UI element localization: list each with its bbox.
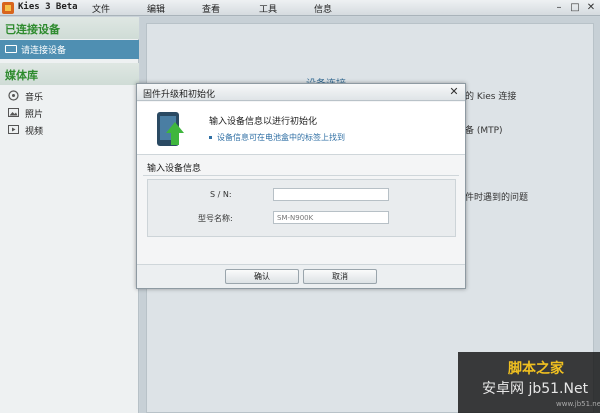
app-title: Kies 3 Beta [18, 2, 78, 12]
dialog-title-bar: 固件升级和初始化 ✕ [137, 84, 465, 101]
dialog-title: 固件升级和初始化 [143, 90, 216, 100]
watermark-text: 安卓网 jb51.Net [482, 381, 589, 397]
device-icon [5, 45, 17, 53]
sidebar-item-label: 视频 [25, 127, 44, 137]
sidebar-item-label: 音乐 [25, 93, 44, 103]
section-label: 输入设备信息 [147, 164, 202, 174]
upgrade-arrow-stem [171, 133, 179, 145]
firmware-dialog: 固件升级和初始化 ✕ 输入设备信息以进行初始化 设备信息可在电池盒中的标签上找到… [136, 83, 466, 289]
dialog-note: 设备信息可在电池盒中的标签上找到 [209, 132, 345, 143]
sidebar-item-label: 请连接设备 [21, 46, 67, 56]
device-info-form: S / N: 型号名称: [147, 179, 456, 237]
video-icon [8, 125, 19, 134]
model-name-input[interactable] [273, 211, 389, 224]
sidebar-item-music[interactable]: 音乐 [0, 87, 139, 104]
sidebar-item-label: 照片 [25, 110, 44, 120]
media-library-header: 媒体库 [0, 63, 139, 85]
sidebar-item-photos[interactable]: 照片 [0, 104, 139, 121]
sidebar-item-connect-device[interactable]: 请连接设备 [0, 40, 139, 59]
menu-tools[interactable]: 工具 [259, 2, 277, 15]
connected-devices-header: 已连接设备 [0, 17, 139, 39]
bullet-icon [209, 136, 212, 139]
sn-label: S / N: [210, 190, 232, 199]
dialog-header: 输入设备信息以进行初始化 设备信息可在电池盒中的标签上找到 [137, 102, 465, 155]
section-divider [143, 175, 459, 176]
dialog-heading: 输入设备信息以进行初始化 [209, 117, 318, 127]
music-icon [8, 90, 19, 101]
upgrade-arrow-icon [166, 122, 184, 133]
menu-file[interactable]: 文件 [92, 2, 110, 15]
model-name-label: 型号名称: [198, 214, 233, 223]
menu-view[interactable]: 查看 [202, 2, 220, 15]
maximize-icon[interactable]: □ [568, 1, 582, 14]
guide-line-2: 备 (MTP) [465, 126, 503, 136]
close-window-icon[interactable]: ✕ [584, 1, 598, 14]
cancel-button[interactable]: 取消 [303, 269, 377, 284]
menu-edit[interactable]: 编辑 [147, 2, 165, 15]
dialog-body: 输入设备信息 S / N: 型号名称: [137, 156, 465, 264]
menu-info[interactable]: 信息 [314, 2, 332, 15]
guide-line-1: 的 Kies 连接 [465, 92, 517, 102]
close-icon[interactable]: ✕ [448, 86, 460, 98]
dialog-note-text: 设备信息可在电池盒中的标签上找到 [217, 133, 345, 142]
minimize-icon[interactable]: – [552, 1, 566, 14]
sidebar: 已连接设备 请连接设备 媒体库 音乐 照片 视频 [0, 17, 139, 413]
ok-button[interactable]: 确认 [225, 269, 299, 284]
watermark-logo: 脚本之家 [508, 361, 564, 377]
dialog-footer: 确认 取消 [137, 264, 465, 288]
watermark: 脚本之家 安卓网 jb51.Net www.jb51.net [458, 352, 600, 413]
photo-icon [8, 108, 19, 117]
kies-logo-icon [2, 2, 14, 14]
sidebar-item-videos[interactable]: 视频 [0, 121, 139, 138]
sn-input[interactable] [273, 188, 389, 201]
guide-line-3: 件时遇到的问题 [465, 193, 529, 203]
watermark-url: www.jb51.net [556, 400, 600, 408]
title-bar: Kies 3 Beta 文件 编辑 查看 工具 信息 – □ ✕ [0, 0, 600, 16]
